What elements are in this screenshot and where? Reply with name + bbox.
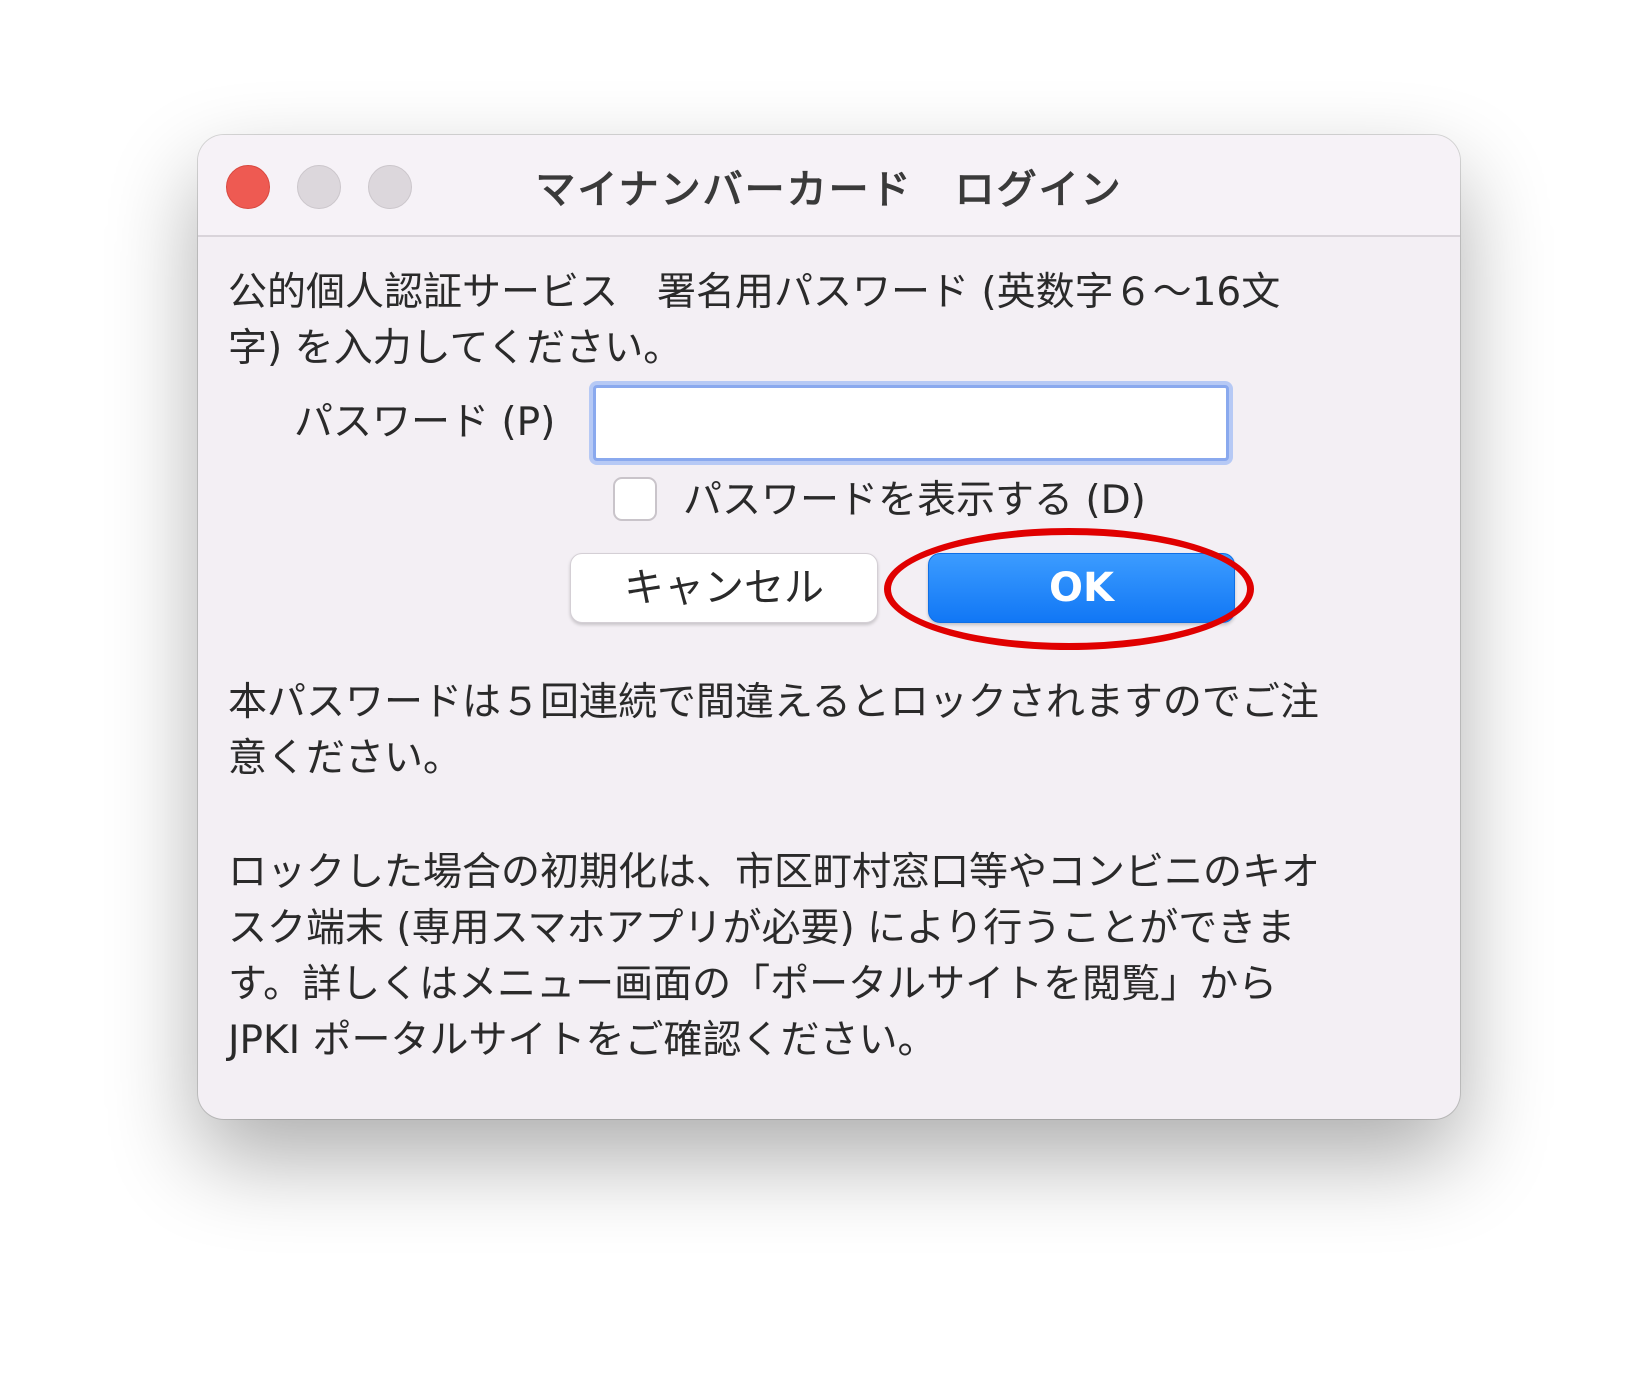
instruction-text: 公的個人認証サービス 署名用パスワード (英数字６〜16文 字) を入力してくだ… [228, 270, 1281, 371]
login-dialog-window: マイナンバーカード ログイン 公的個人認証サービス 署名用パスワード (英数字６… [198, 135, 1460, 1119]
password-label: パスワード (P) [294, 400, 556, 445]
reset-info-text: ロックした場合の初期化は、市区町村窓口等やコンビニのキオ スク端末 (専用スマホ… [228, 850, 1321, 1063]
title-bar[interactable]: マイナンバーカード ログイン [198, 135, 1460, 237]
lock-warning-text: 本パスワードは５回連続で間違えるとロックされますのでご注 意ください。 [228, 680, 1319, 781]
window-title: マイナンバーカード ログイン [535, 167, 1123, 213]
ok-button[interactable]: OK [928, 553, 1235, 623]
show-password-checkbox[interactable] [613, 477, 657, 521]
show-password-label[interactable]: パスワードを表示する (D) [683, 473, 1146, 529]
cancel-button[interactable]: キャンセル [570, 553, 878, 623]
password-input[interactable] [593, 385, 1229, 461]
